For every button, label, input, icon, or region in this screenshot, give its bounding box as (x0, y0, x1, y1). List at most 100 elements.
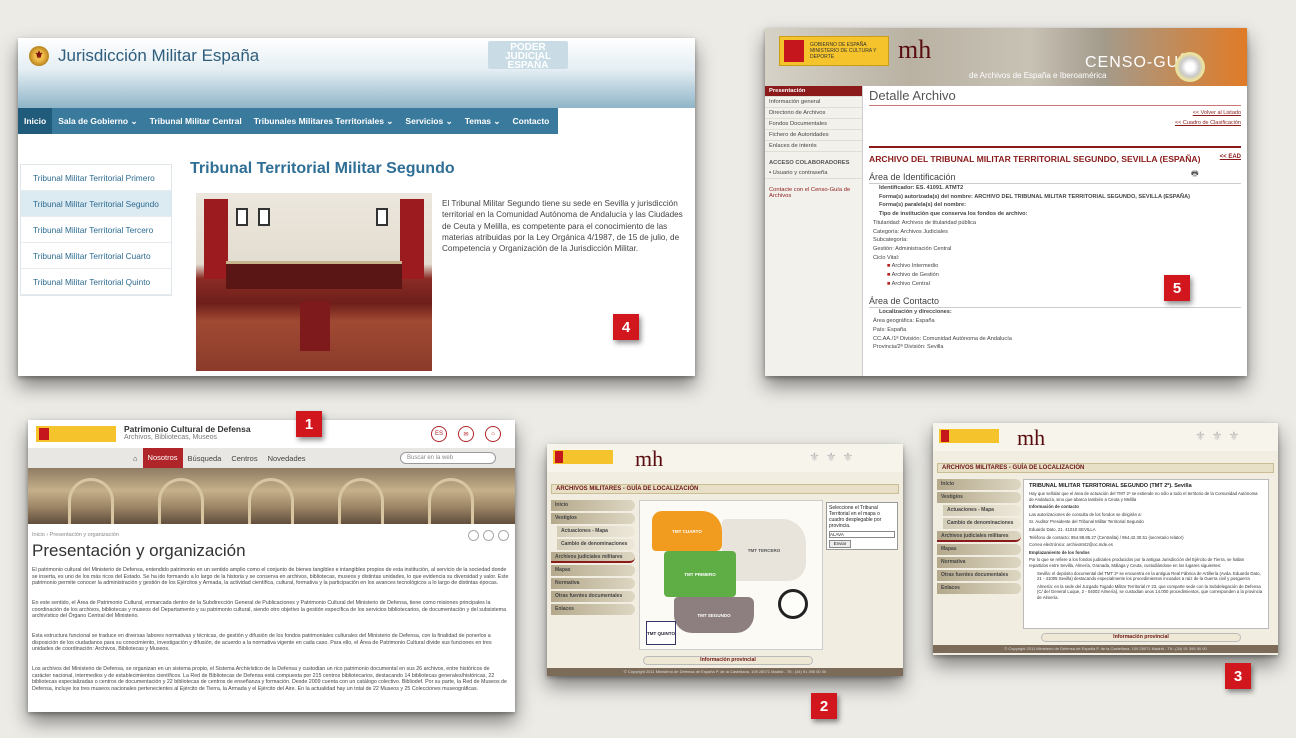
menu-normativa[interactable]: Normativa (937, 557, 1021, 568)
paragraph-3: Esta estructura funcional se traduce en … (32, 633, 492, 653)
search-input[interactable]: Buscar en la web (400, 452, 496, 464)
language-button[interactable]: ES (431, 426, 447, 442)
twitter-icon[interactable] (483, 530, 494, 541)
menu-vestigios[interactable]: Vestigios (937, 492, 1021, 503)
screenshot-archivos-mapa: mh ⚜⚜⚜ ARCHIVOS MILITARES - GUÍA DE LOCA… (547, 444, 903, 676)
menu-inicio[interactable]: Inicio (551, 500, 635, 511)
gobierno-logo[interactable] (939, 429, 999, 443)
menu-mapas[interactable]: Mapas (551, 565, 635, 576)
nav-novedades[interactable]: Novedades (263, 454, 311, 463)
menu-normativa[interactable]: Normativa (551, 578, 635, 589)
menu-actuaciones[interactable]: Actuaciones - Mapa (557, 526, 635, 537)
site-header: Patrimonio Cultural de Defensa Archivos,… (28, 420, 515, 448)
line-provincia: Provincia/2ª División: Sevilla (873, 344, 944, 351)
mh-logo[interactable]: mh (1017, 425, 1045, 451)
gobierno-logo[interactable] (36, 426, 116, 442)
paragraph-1: El patrimonio cultural del Ministerio de… (32, 567, 509, 587)
menu-judiciales[interactable]: Archivos judiciales militares (551, 552, 635, 563)
nav-nosotros[interactable]: Nosotros (142, 448, 183, 468)
menu-actuaciones[interactable]: Actuaciones - Mapa (943, 505, 1021, 516)
menu-cambio[interactable]: Cambio de denominaciones (943, 518, 1021, 529)
ead-link[interactable]: << EAD (1220, 154, 1241, 164)
region-tmt-segundo[interactable]: TMT SEGUNDO (674, 597, 754, 633)
building-icon[interactable]: ⌂ (485, 426, 501, 442)
region-tmt-cuarto[interactable]: TMT CUARTO (652, 511, 722, 551)
nav-contacto[interactable]: Contacto (507, 116, 556, 126)
sidebar-item-primero[interactable]: Tribunal Militar Territorial Primero (21, 165, 171, 191)
tmt2-email[interactable]: Correo electrónico: archivotmt2@oc.mde.e… (1029, 542, 1263, 548)
page-body-text: El Tribunal Militar Segundo tiene su sed… (442, 199, 683, 254)
nav-temas[interactable]: Temas ⌄ (459, 116, 507, 127)
line-subcategoria: Subcategoría: (873, 237, 908, 244)
menu-contacto[interactable]: Contacte con el Censo-Guía de Archivos (765, 185, 862, 201)
menu-vestigios[interactable]: Vestigios (551, 513, 635, 524)
mail-icon[interactable]: ✉ (458, 426, 474, 442)
menu-info-general[interactable]: Información general (765, 97, 862, 108)
province-select[interactable]: ALAVA (829, 531, 895, 538)
site-subtitle: Archivos, Bibliotecas, Museos (124, 434, 217, 441)
tmt2-line: Hay que señalar que el área de actuación… (1029, 491, 1258, 502)
sidebar-item-quinto[interactable]: Tribunal Militar Territorial Quinto (21, 269, 171, 295)
gobierno-logo[interactable] (553, 450, 613, 464)
info-provincial-button[interactable]: Información provincial (643, 656, 813, 665)
tmt2-line: Por lo que se refiere a los fondos judic… (1029, 557, 1245, 568)
menu-otras-fuentes[interactable]: Otras fuentes documentales (551, 591, 635, 602)
menu-enlaces[interactable]: Enlaces (937, 583, 1021, 594)
gobierno-logo[interactable]: GOBIERNO DE ESPAÑA MINISTERIO DE CULTURA… (779, 36, 889, 66)
badge-4: 4 (613, 314, 639, 340)
sidebar-item-cuarto[interactable]: Tribunal Militar Territorial Cuarto (21, 243, 171, 269)
menu-mapas[interactable]: Mapas (937, 544, 1021, 555)
volver-link[interactable]: << Volver al Listado (869, 110, 1241, 116)
archivo-heading: ARCHIVO DEL TRIBUNAL MILITAR TERRITORIAL… (869, 146, 1241, 164)
tmt2-line: Información de contacto (1029, 504, 1079, 510)
breadcrumb[interactable]: Inicio › Presentación y organización (32, 532, 119, 538)
menu-fichero[interactable]: Fichero de Autoridades (765, 130, 862, 141)
facebook-icon[interactable] (468, 530, 479, 541)
mh-logo[interactable]: mh (898, 35, 931, 65)
site-header: ⚜ Jurisdicción Militar España PODER JUDI… (18, 38, 695, 108)
menu-enlaces[interactable]: Enlaces de interés (765, 141, 862, 152)
print-icon[interactable]: 🖶 (1191, 168, 1199, 182)
line-identificador: Identificador: ES. 41091. ATMT2 (879, 185, 964, 191)
sidebar-item-tercero[interactable]: Tribunal Militar Territorial Tercero (21, 217, 171, 243)
menu-presentacion[interactable]: Presentación (765, 86, 862, 97)
nav-busqueda[interactable]: Búsqueda (183, 454, 227, 463)
menu-judiciales[interactable]: Archivos judiciales militares (937, 531, 1021, 542)
tmt2-line: Sevilla: el depósito documental del TMT … (1037, 570, 1261, 582)
menu-inicio[interactable]: Inicio (937, 479, 1021, 490)
footer: © Copyright 2011 Ministerio de Defensa d… (547, 668, 903, 676)
site-title[interactable]: Jurisdicción Militar España (58, 46, 259, 66)
nav-sala-gobierno[interactable]: Sala de Gobierno ⌄ (52, 116, 143, 127)
menu-enlaces[interactable]: Enlaces (551, 604, 635, 615)
share-icon[interactable] (498, 530, 509, 541)
nav-centros[interactable]: Centros (226, 454, 262, 463)
region-tmt-primero[interactable]: TMT PRIMERO (664, 551, 736, 597)
home-icon[interactable]: ⌂ (128, 454, 143, 463)
page-title: Presentación y organización (32, 541, 246, 560)
section-title: ARCHIVOS MILITARES - GUÍA DE LOCALIZACIÓ… (551, 484, 899, 494)
page-title: Tribunal Territorial Militar Segundo (190, 160, 455, 177)
menu-fondos[interactable]: Fondos Documentales (765, 119, 862, 130)
menu-usuario[interactable]: ▪ Usuario y contraseña (765, 168, 862, 179)
badge-1: 1 (296, 411, 322, 437)
info-provincial-button[interactable]: Información provincial (1041, 633, 1241, 642)
site-header: mh ⚜⚜⚜ (933, 423, 1278, 451)
region-tmt-quinto[interactable]: TMT QUINTO (646, 621, 676, 645)
menu-otras-fuentes[interactable]: Otras fuentes documentales (937, 570, 1021, 581)
selector-instructions: Seleccione el Tribunal Territorial en el… (829, 505, 882, 529)
nav-servicios[interactable]: Servicios ⌄ (399, 116, 458, 127)
cuadro-link[interactable]: << Cuadro de Clasificación (869, 120, 1241, 126)
sidebar-item-segundo[interactable]: Tribunal Militar Territorial Segundo (21, 191, 171, 217)
nav-tribunales-territoriales[interactable]: Tribunales Militares Territoriales ⌄ (248, 116, 400, 127)
menu-cambio[interactable]: Cambio de denominaciones (557, 539, 635, 550)
poder-judicial-logo[interactable]: PODER JUDICIAL ESPAÑA (488, 41, 568, 71)
detalle-title: Detalle Archivo (869, 88, 1241, 106)
mh-logo[interactable]: mh (635, 446, 663, 472)
line-categoria: Categoría: Archivos Judiciales (873, 228, 948, 235)
menu-directorio[interactable]: Directorio de Archivos (765, 108, 862, 119)
site-title[interactable]: Patrimonio Cultural de Defensa (124, 424, 251, 434)
nav-inicio[interactable]: Inicio (18, 108, 53, 134)
enviar-button[interactable]: Enviar (829, 540, 851, 548)
nav-tribunal-central[interactable]: Tribunal Militar Central (144, 116, 248, 126)
emblem-icons: ⚜⚜⚜ (1195, 429, 1246, 443)
